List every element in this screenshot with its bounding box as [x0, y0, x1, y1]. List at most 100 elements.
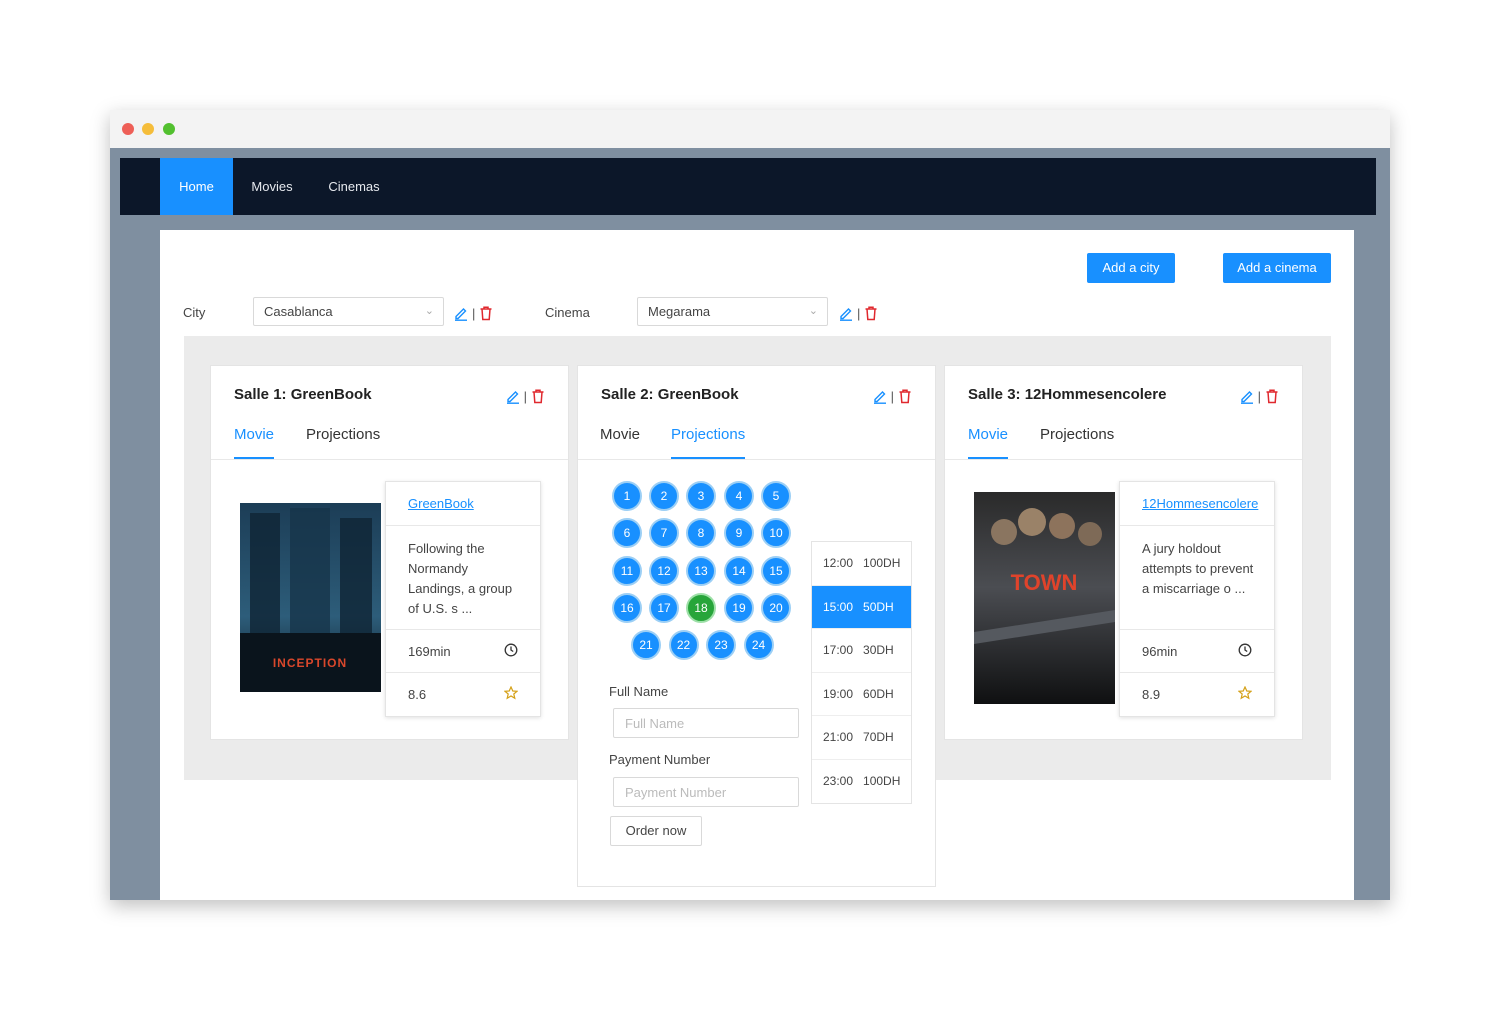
showtime-time: 23:00	[823, 773, 854, 788]
order-now-button[interactable]: Order now	[610, 816, 702, 846]
tab-movie[interactable]: Movie	[234, 426, 275, 459]
delete-icon[interactable]	[897, 388, 913, 404]
movie-rating: 8.9	[1142, 687, 1161, 702]
showtime-option[interactable]: 12:00 100DH	[812, 542, 911, 586]
close-window-button[interactable]	[122, 123, 134, 135]
hall-card-header: Salle 2: GreenBook | Movie Projections	[578, 366, 935, 460]
full-name-input[interactable]	[613, 708, 799, 738]
star-icon	[504, 686, 518, 700]
cinema-select[interactable]: Megarama ⌄	[637, 297, 828, 326]
city-label: City	[183, 305, 206, 320]
edit-icon[interactable]	[1239, 388, 1255, 404]
nav-movies[interactable]: Movies	[238, 158, 306, 215]
hall-actions: |	[505, 386, 546, 406]
seat-button[interactable]: 7	[649, 518, 679, 548]
seat-button[interactable]: 5	[761, 481, 791, 511]
movie-duration: 96min	[1142, 644, 1178, 659]
hall-card-2: Salle 2: GreenBook | Movie Projections 1…	[577, 365, 936, 887]
browser-window: Home Movies Cinemas Add a city Add a cin…	[110, 110, 1390, 900]
edit-icon[interactable]	[453, 305, 469, 321]
seat-button[interactable]: 24	[743, 630, 774, 660]
movie-description: A jury holdout attempts to prevent a mis…	[1120, 526, 1274, 630]
separator: |	[857, 305, 861, 321]
seat-button[interactable]: 8	[686, 518, 716, 548]
showtime-price: 30DH	[863, 643, 894, 657]
showtime-price: 100DH	[863, 773, 901, 788]
minimize-window-button[interactable]	[142, 123, 154, 135]
top-navbar: Home Movies Cinemas	[120, 158, 1376, 215]
hall-title: Salle 2: GreenBook	[601, 386, 739, 403]
hall-title: Salle 1: GreenBook	[234, 386, 372, 403]
showtime-option[interactable]: 21:00 70DH	[812, 716, 911, 760]
seat-button[interactable]: 14	[724, 556, 754, 586]
edit-icon[interactable]	[838, 305, 854, 321]
tab-movie[interactable]: Movie	[600, 426, 640, 459]
seat-button[interactable]: 1	[612, 481, 642, 511]
showtime-option[interactable]: 19:00 60DH	[812, 673, 911, 716]
movie-description: Following the Normandy Landings, a group…	[386, 526, 540, 630]
movie-rating-row: 8.9	[1120, 673, 1274, 716]
showtime-time: 15:00	[823, 599, 854, 614]
delete-icon[interactable]	[530, 388, 546, 404]
payment-number-label: Payment Number	[609, 752, 711, 767]
poster-title: TOWN	[1011, 570, 1078, 595]
showtime-option[interactable]: 23:00 100DH	[812, 760, 911, 804]
edit-icon[interactable]	[505, 388, 521, 404]
tab-movie[interactable]: Movie	[968, 426, 1009, 459]
showtime-option[interactable]: 15:00 50DH	[812, 585, 911, 629]
nav-cinemas[interactable]: Cinemas	[318, 158, 390, 215]
separator: |	[523, 388, 527, 404]
hall-card-1: Salle 1: GreenBook | Movie Projections I…	[210, 365, 569, 740]
seat-button[interactable]: 11	[612, 556, 642, 586]
seat-button[interactable]: 22	[668, 630, 699, 660]
showtimes-list: 12:00 100DH 15:00 50DH 17:00 30DH 19:00 60DH…	[811, 541, 912, 804]
add-cinema-button[interactable]: Add a cinema	[1223, 253, 1331, 283]
seat-button[interactable]: 21	[631, 630, 661, 660]
seat-button[interactable]: 4	[724, 481, 754, 511]
seat-button[interactable]: 19	[724, 593, 754, 623]
showtime-option[interactable]: 17:00 30DH	[812, 629, 911, 673]
edit-icon[interactable]	[872, 388, 888, 404]
hall-card-3: Salle 3: 12Hommesencolere | Movie Projec…	[944, 365, 1303, 740]
hall-title: Salle 3: 12Hommesencolere	[968, 386, 1167, 403]
showtime-time: 17:00	[823, 643, 854, 657]
seat-button[interactable]: 9	[724, 518, 754, 548]
delete-icon[interactable]	[478, 305, 494, 321]
seat-button[interactable]: 20	[761, 593, 791, 623]
chevron-down-icon: ⌄	[424, 305, 434, 317]
movie-info-box: 12Hommesencolere A jury holdout attempts…	[1119, 481, 1275, 717]
showtime-price: 60DH	[863, 686, 894, 701]
seat-button[interactable]: 16	[612, 593, 642, 623]
seat-button[interactable]: 12	[649, 556, 679, 586]
nav-home[interactable]: Home	[160, 158, 233, 215]
hall-card-header: Salle 1: GreenBook | Movie Projections	[211, 366, 568, 460]
delete-icon[interactable]	[1264, 388, 1280, 404]
tab-projections[interactable]: Projections	[1040, 426, 1114, 459]
seat-button[interactable]: 3	[686, 481, 716, 511]
seat-button[interactable]: 17	[649, 593, 679, 623]
chevron-down-icon: ⌄	[808, 305, 818, 317]
movie-duration-row: 96min	[1120, 630, 1274, 673]
tab-projections[interactable]: Projections	[306, 426, 380, 459]
movie-title-link[interactable]: 12Hommesencolere	[1120, 482, 1274, 526]
maximize-window-button[interactable]	[163, 123, 175, 135]
seat-button[interactable]: 6	[612, 518, 642, 548]
movie-info-box: GreenBook Following the Normandy Landing…	[385, 481, 541, 717]
seat-button[interactable]: 23	[706, 630, 736, 660]
add-city-button[interactable]: Add a city	[1087, 253, 1175, 283]
seat-button[interactable]: 15	[761, 556, 791, 586]
city-select[interactable]: Casablanca ⌄	[253, 297, 444, 326]
star-icon	[1238, 686, 1252, 700]
seat-button[interactable]: 2	[649, 481, 679, 511]
seat-button[interactable]: 13	[686, 556, 716, 586]
payment-number-input[interactable]	[613, 777, 799, 807]
city-select-value: Casablanca	[264, 304, 333, 319]
movie-title-link[interactable]: GreenBook	[386, 482, 540, 526]
separator: |	[472, 305, 476, 321]
movie-rating: 8.6	[408, 687, 427, 702]
full-name-label: Full Name	[609, 684, 669, 699]
seat-button[interactable]: 10	[761, 518, 791, 548]
tab-projections[interactable]: Projections	[671, 426, 746, 459]
seat-button[interactable]: 18	[686, 593, 716, 623]
delete-icon[interactable]	[863, 305, 879, 321]
